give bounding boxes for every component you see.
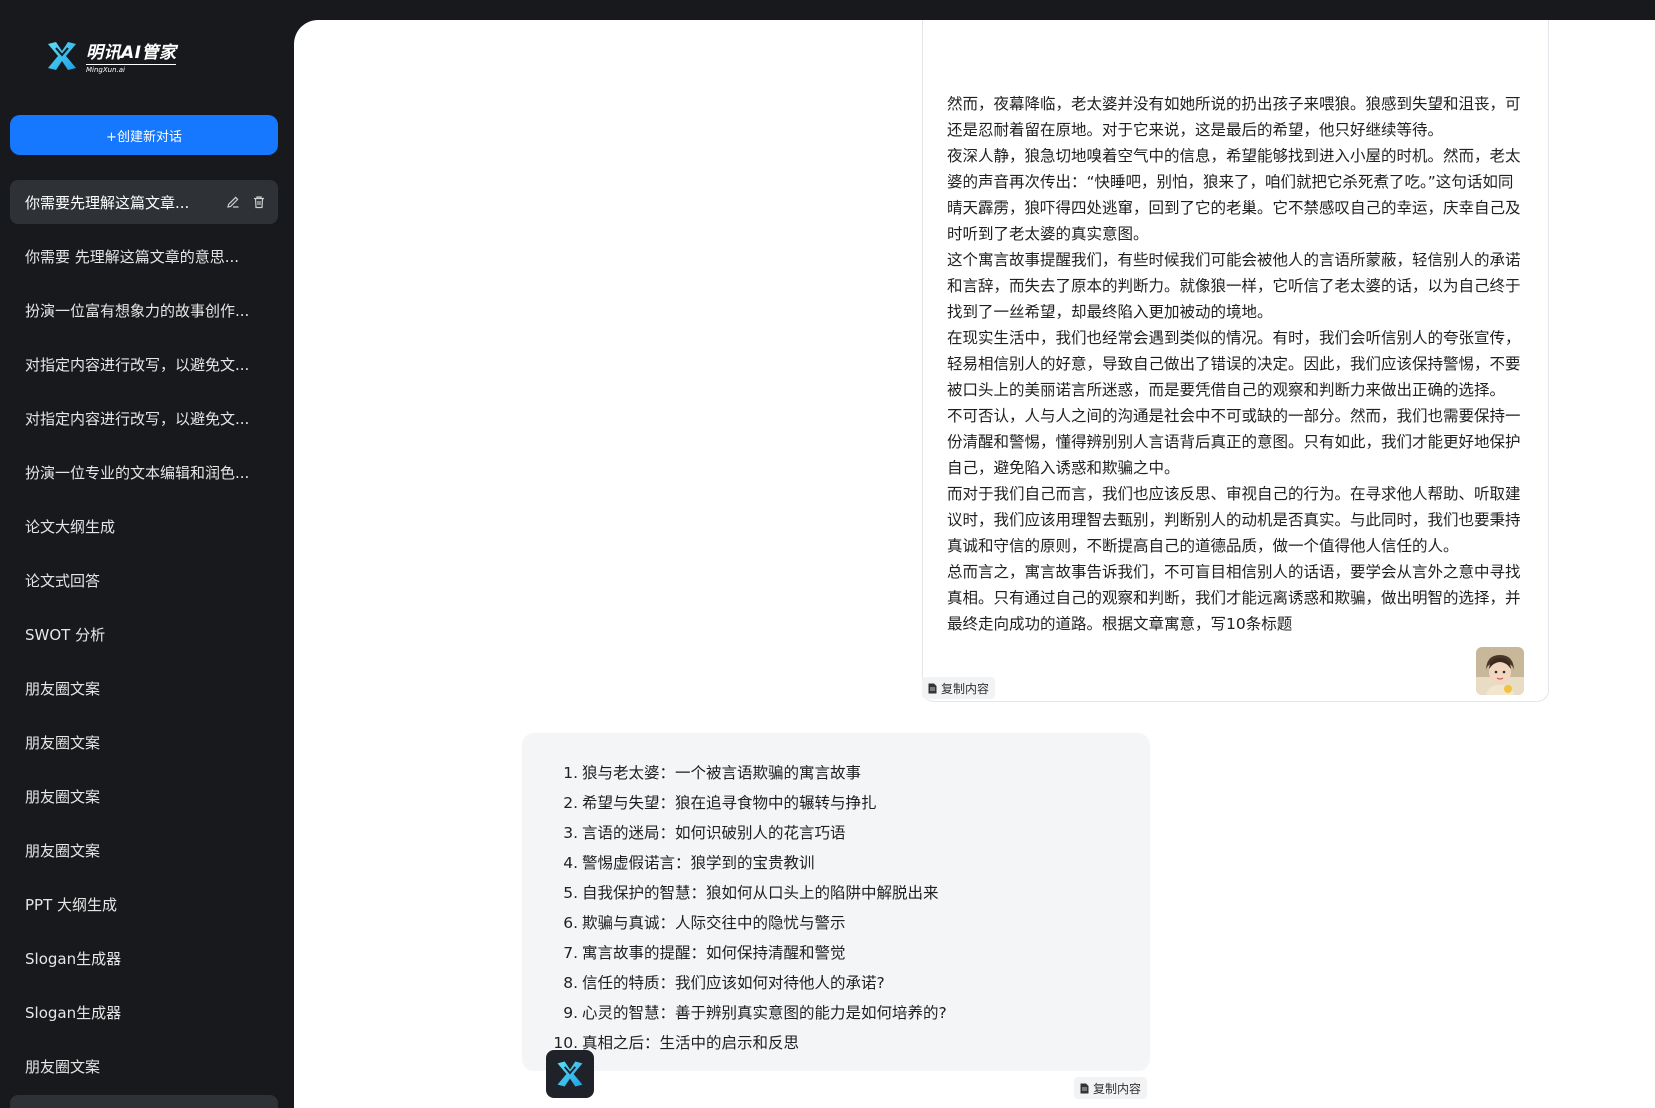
history-item[interactable]: 扮演一位专业的文本编辑和润色... — [10, 450, 278, 494]
list-text: 心灵的智慧：善于辨别真实意图的能力是如何培养的? — [582, 1004, 947, 1022]
list-number: 2. — [563, 794, 578, 812]
sidebar-footer[interactable] — [10, 1095, 278, 1108]
list-text: 真相之后：生活中的启示和反思 — [582, 1034, 800, 1052]
copy-content-button[interactable]: 复制内容 — [922, 677, 996, 699]
message-paragraph: 而对于我们自己而言，我们也应该反思、审视自己的行为。在寻求他人帮助、听取建议时，… — [947, 485, 1521, 555]
history-item-label: 对指定内容进行改写，以避免文... — [25, 409, 250, 428]
list-number: 8. — [563, 974, 578, 992]
list-text: 希望与失望：狼在追寻食物中的辗转与挣扎 — [582, 794, 877, 812]
history-item-active[interactable]: 你需要先理解这篇文章... — [10, 180, 278, 224]
list-number: 9. — [563, 1004, 578, 1022]
user-message: 然而，夜幕降临，老太婆并没有如她所说的扔出孩子来喂狼。狼感到失望和沮丧，可还是忍… — [922, 20, 1549, 702]
history-item[interactable]: 论文式回答 — [10, 558, 278, 602]
history-item-label: 论文式回答 — [25, 571, 101, 590]
list-number: 1. — [563, 764, 578, 782]
chat-history-list: 你需要先理解这篇文章... 你需要 先理解这篇文章的意思... 扮演一位富有想象… — [10, 180, 278, 1098]
list-item: 7. 寓言故事的提醒：如何保持清醒和警觉 — [550, 938, 1150, 968]
user-avatar-image — [1476, 647, 1524, 695]
list-item: 4. 警惕虚假诺言：狼学到的宝贵教训 — [550, 848, 1150, 878]
copy-icon — [1080, 1083, 1089, 1093]
ai-title-list: 1. 狼与老太婆：一个被言语欺骗的寓言故事 2. 希望与失望：狼在追寻食物中的辗转与… — [550, 758, 1150, 1058]
list-text: 自我保护的智慧：狼如何从口头上的陷阱中解脱出来 — [582, 884, 939, 902]
list-number: 6. — [563, 914, 578, 932]
history-item-label: 扮演一位专业的文本编辑和润色... — [25, 463, 250, 482]
sidebar: 明讯AI管家 MingXun.ai +创建新对话 你需要先理解这篇文章... 你… — [0, 0, 293, 1108]
list-number: 7. — [563, 944, 578, 962]
history-item[interactable]: 论文大纲生成 — [10, 504, 278, 548]
history-item[interactable]: 朋友圈文案 — [10, 774, 278, 818]
new-chat-button[interactable]: +创建新对话 — [10, 115, 278, 155]
history-item[interactable]: 扮演一位富有想象力的故事创作... — [10, 288, 278, 332]
list-text: 欺骗与真诚：人际交往中的隐忧与警示 — [582, 914, 846, 932]
chat-panel[interactable]: 然而，夜幕降临，老太婆并没有如她所说的扔出孩子来喂狼。狼感到失望和沮丧，可还是忍… — [294, 20, 1655, 1108]
history-item[interactable]: 朋友圈文案 — [10, 720, 278, 764]
list-text: 警惕虚假诺言：狼学到的宝贵教训 — [582, 854, 815, 872]
list-number: 4. — [563, 854, 578, 872]
history-item[interactable]: 朋友圈文案 — [10, 666, 278, 710]
list-item: 8. 信任的特质：我们应该如何对待他人的承诺? — [550, 968, 1150, 998]
list-text: 寓言故事的提醒：如何保持清醒和警觉 — [582, 944, 846, 962]
history-item-label: 朋友圈文案 — [25, 733, 101, 752]
message-paragraph: 不可否认，人与人之间的沟通是社会中不可或缺的一部分。然而，我们也需要保持一份清醒… — [947, 407, 1521, 477]
history-item[interactable]: PPT 大纲生成 — [10, 882, 278, 926]
list-text: 言语的迷局：如何识破别人的花言巧语 — [582, 824, 846, 842]
history-item-label: 你需要先理解这篇文章... — [25, 193, 190, 212]
copy-icon — [928, 683, 937, 693]
brand-subtitle: MingXun.ai — [86, 66, 125, 74]
history-item-label: 朋友圈文案 — [25, 787, 101, 806]
brand-logo[interactable]: 明讯AI管家 MingXun.ai — [44, 38, 177, 74]
message-paragraph: 总而言之，寓言故事告诉我们，不可盲目相信别人的话语，要学会从言外之意中寻找真相。… — [947, 563, 1521, 633]
copy-content-button[interactable]: 复制内容 — [1074, 1077, 1148, 1099]
ai-avatar — [546, 1050, 594, 1098]
list-text: 狼与老太婆：一个被言语欺骗的寓言故事 — [582, 764, 862, 782]
history-item-label: 你需要 先理解这篇文章的意思... — [25, 247, 240, 266]
delete-icon[interactable] — [252, 195, 266, 209]
user-avatar — [1476, 647, 1524, 695]
history-item-label: SWOT 分析 — [25, 625, 106, 644]
brand-name: 明讯AI管家 — [86, 38, 177, 65]
list-item: 10. 真相之后：生活中的启示和反思 — [550, 1028, 1150, 1058]
list-item: 5. 自我保护的智慧：狼如何从口头上的陷阱中解脱出来 — [550, 878, 1150, 908]
ai-message: 1. 狼与老太婆：一个被言语欺骗的寓言故事 2. 希望与失望：狼在追寻食物中的辗转与… — [522, 733, 1150, 1071]
history-item-label: 朋友圈文案 — [25, 679, 101, 698]
copy-label: 复制内容 — [941, 681, 990, 696]
history-item-label: 朋友圈文案 — [25, 1057, 101, 1076]
history-item[interactable]: 你需要 先理解这篇文章的意思... — [10, 234, 278, 278]
history-item-label: 朋友圈文案 — [25, 841, 101, 860]
history-item[interactable]: 对指定内容进行改写，以避免文... — [10, 396, 278, 440]
message-paragraph: 然而，夜幕降临，老太婆并没有如她所说的扔出孩子来喂狼。狼感到失望和沮丧，可还是忍… — [947, 95, 1521, 139]
history-item-label: 论文大纲生成 — [25, 517, 116, 536]
list-item: 3. 言语的迷局：如何识破别人的花言巧语 — [550, 818, 1150, 848]
history-item[interactable]: 对指定内容进行改写，以避免文... — [10, 342, 278, 386]
edit-icon[interactable] — [226, 195, 240, 209]
history-item[interactable]: SWOT 分析 — [10, 612, 278, 656]
history-item-label: Slogan生成器 — [25, 949, 122, 968]
brand-logo-icon — [557, 1061, 583, 1087]
message-paragraph: 夜深人静，狼急切地嗅着空气中的信息，希望能够找到进入小屋的时机。然而，老太婆的声… — [947, 147, 1521, 243]
list-item: 1. 狼与老太婆：一个被言语欺骗的寓言故事 — [550, 758, 1150, 788]
message-paragraph: 在现实生活中，我们也经常会遇到类似的情况。有时，我们会听信别人的夸张宣传，轻易相… — [947, 329, 1521, 399]
list-item: 2. 希望与失望：狼在追寻食物中的辗转与挣扎 — [550, 788, 1150, 818]
message-paragraph: 这个寓言故事提醒我们，有些时候我们可能会被他人的言语所蒙蔽，轻信别人的承诺和言辞… — [947, 251, 1521, 321]
history-item-label: 扮演一位富有想象力的故事创作... — [25, 301, 250, 320]
brand-logo-icon — [48, 42, 76, 70]
history-item-label: 对指定内容进行改写，以避免文... — [25, 355, 250, 374]
list-text: 信任的特质：我们应该如何对待他人的承诺? — [582, 974, 885, 992]
history-item-label: Slogan生成器 — [25, 1003, 122, 1022]
history-item[interactable]: Slogan生成器 — [10, 936, 278, 980]
history-item[interactable]: 朋友圈文案 — [10, 1044, 278, 1088]
list-item: 9. 心灵的智慧：善于辨别真实意图的能力是如何培养的? — [550, 998, 1150, 1028]
list-item: 6. 欺骗与真诚：人际交往中的隐忧与警示 — [550, 908, 1150, 938]
history-item[interactable]: 朋友圈文案 — [10, 828, 278, 872]
history-item[interactable]: Slogan生成器 — [10, 990, 278, 1034]
copy-label: 复制内容 — [1093, 1081, 1142, 1096]
list-number: 5. — [563, 884, 578, 902]
history-item-label: PPT 大纲生成 — [25, 895, 118, 914]
list-number: 3. — [563, 824, 578, 842]
